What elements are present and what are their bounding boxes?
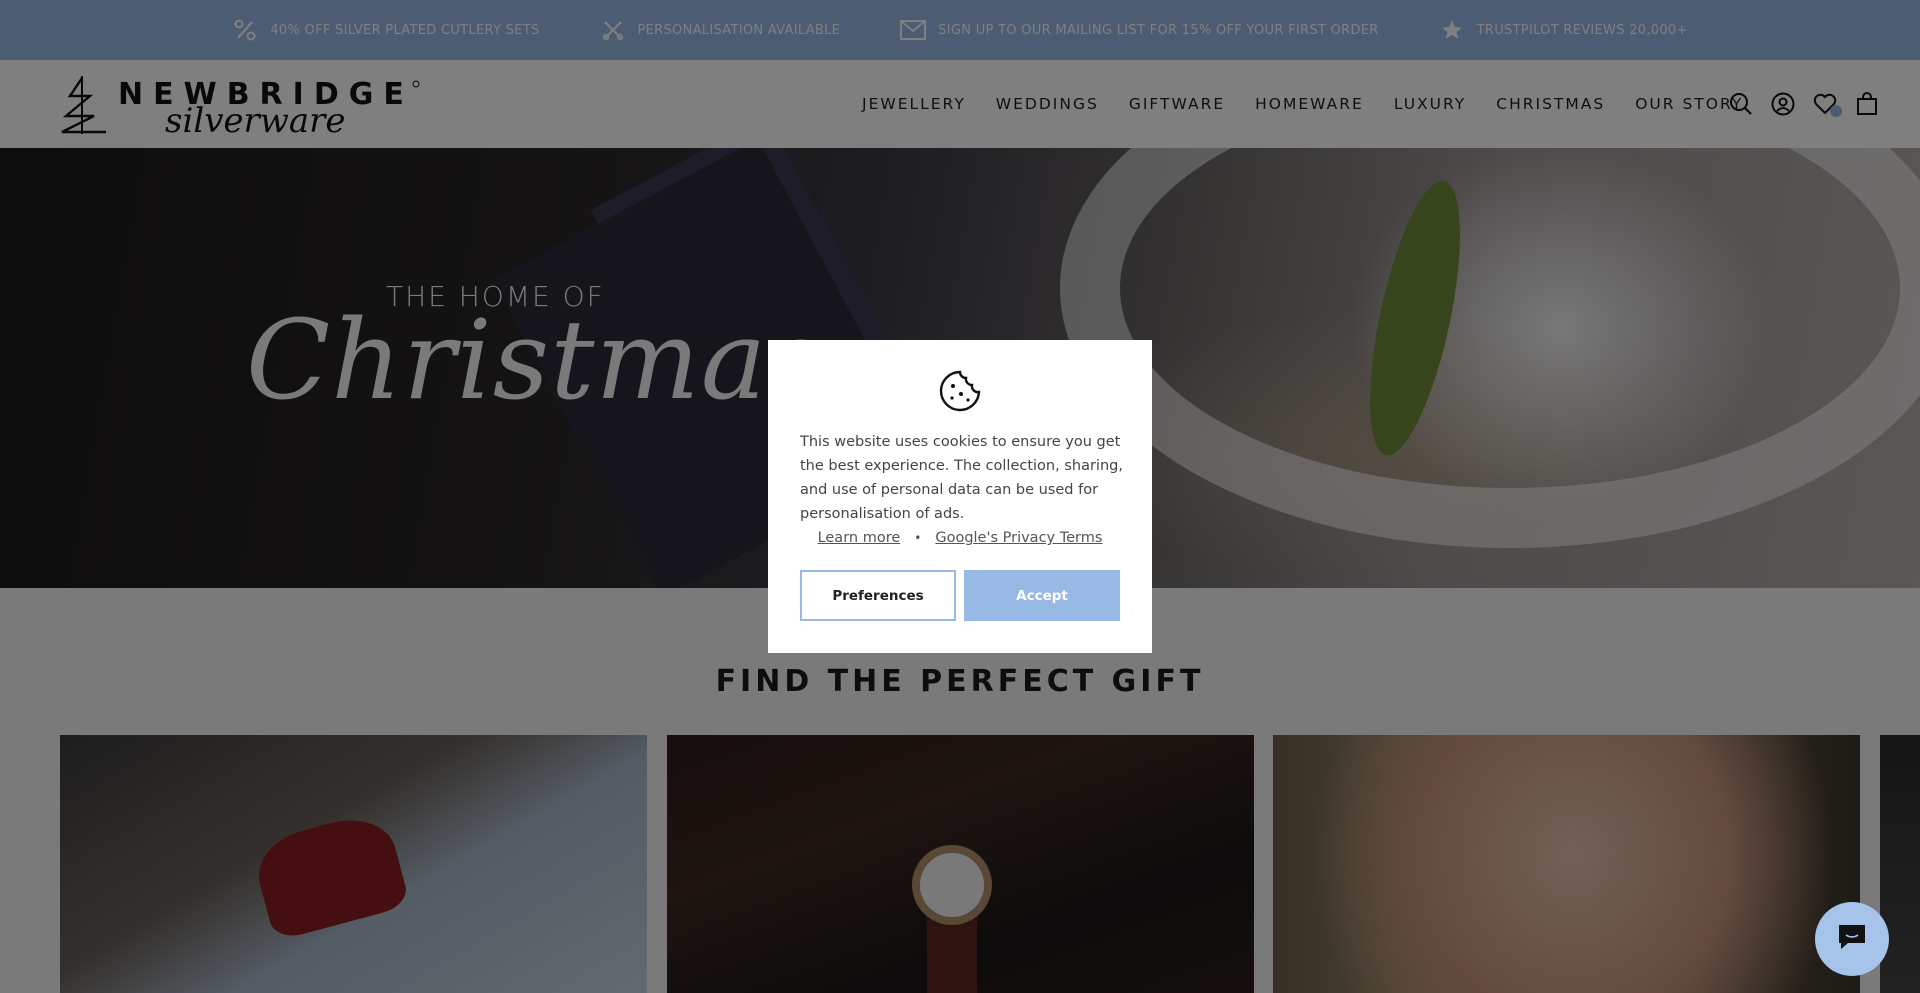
privacy-terms-link[interactable]: Google's Privacy Terms: [935, 530, 1102, 546]
cookie-links: Learn more • Google's Privacy Terms: [768, 530, 1152, 546]
accept-button[interactable]: Accept: [964, 570, 1120, 621]
cookie-message: This website uses cookies to ensure you …: [800, 434, 1123, 522]
learn-more-link[interactable]: Learn more: [818, 530, 901, 546]
link-separator: •: [914, 531, 922, 545]
cookie-consent-dialog: This website uses cookies to ensure you …: [768, 340, 1152, 653]
chat-button[interactable]: [1815, 902, 1889, 976]
chat-icon: [1836, 922, 1868, 956]
preferences-button[interactable]: Preferences: [800, 570, 956, 621]
cookie-icon: [939, 370, 981, 412]
